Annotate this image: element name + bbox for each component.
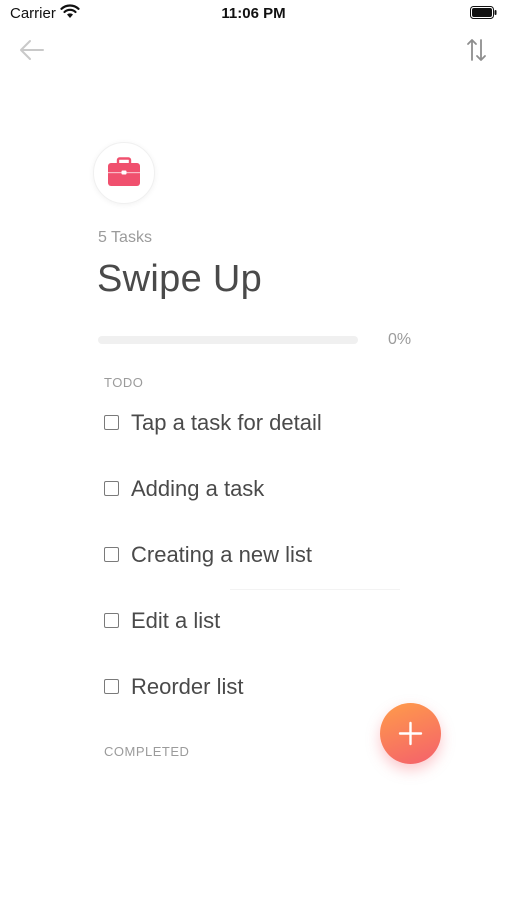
add-task-button[interactable]	[380, 703, 441, 764]
status-bar: Carrier 11:06 PM	[0, 0, 507, 28]
task-checkbox[interactable]	[104, 481, 119, 496]
task-count: 5 Tasks	[98, 229, 152, 246]
nav-bar	[0, 34, 507, 68]
divider	[230, 589, 400, 590]
section-header-todo: TODO	[104, 375, 144, 390]
task-label: Adding a task	[131, 476, 265, 501]
task-label: Tap a task for detail	[131, 410, 322, 435]
back-arrow-icon[interactable]	[18, 36, 46, 64]
task-label: Edit a list	[131, 608, 221, 633]
section-header-completed: COMPLETED	[104, 744, 190, 759]
briefcase-icon	[108, 157, 140, 186]
task-label: Creating a new list	[131, 542, 312, 567]
task-item[interactable]: Tap a task for detail	[104, 404, 434, 470]
task-item[interactable]: Edit a list	[104, 602, 434, 668]
plus-icon	[398, 721, 423, 746]
sort-icon[interactable]	[465, 36, 489, 64]
task-item[interactable]: Adding a task	[104, 470, 434, 536]
task-checkbox[interactable]	[104, 547, 119, 562]
task-list: Tap a task for detail Adding a task Crea…	[104, 404, 434, 734]
progress-label: 0%	[388, 331, 412, 348]
task-checkbox[interactable]	[104, 415, 119, 430]
progress-bar	[98, 336, 358, 344]
task-checkbox[interactable]	[104, 679, 119, 694]
task-label: Reorder list	[131, 674, 244, 699]
task-item[interactable]: Creating a new list	[104, 536, 434, 602]
list-icon-badge	[93, 142, 155, 204]
status-time: 11:06 PM	[221, 5, 286, 22]
battery-icon	[470, 6, 497, 19]
page-title: Swipe Up	[97, 258, 263, 300]
task-checkbox[interactable]	[104, 613, 119, 628]
